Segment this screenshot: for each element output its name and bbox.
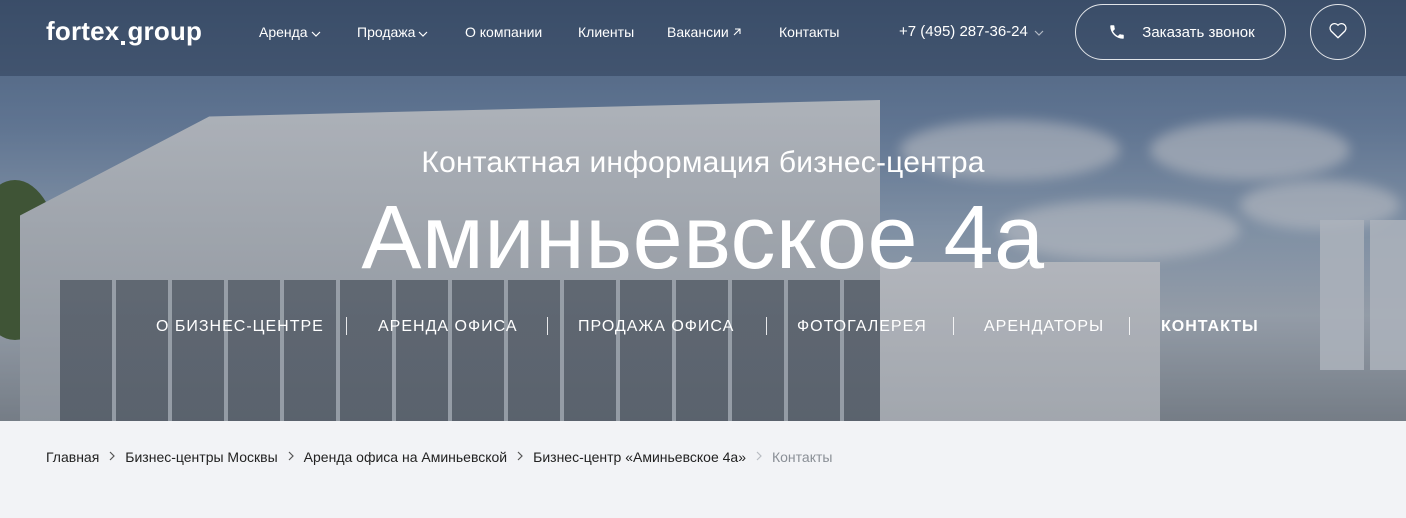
tab-divider [1129,317,1130,335]
tab-tenants[interactable]: АРЕНДАТОРЫ [984,318,1104,336]
tab-contacts[interactable]: КОНТАКТЫ [1161,318,1259,336]
nav-rent-label: Аренда [259,24,308,40]
tab-divider [953,317,954,335]
logo-text-left: fortex [46,16,120,46]
page-title: Аминьевское 4а [361,188,1045,288]
logo[interactable]: fortex group [46,16,202,47]
nav-contacts-label: Контакты [779,24,840,40]
breadcrumb-home[interactable]: Главная [46,449,99,465]
nav-clients-label: Клиенты [578,24,635,40]
nav-vacancies-label: Вакансии [667,24,729,40]
chevron-down-icon [311,24,321,40]
section-tabs: О БИЗНЕС-ЦЕНТРЕ АРЕНДА ОФИСА ПРОДАЖА ОФИ… [0,312,1406,342]
nav-about[interactable]: О компании [465,24,542,40]
phone-number-text: +7 (495) 287-36-24 [899,23,1028,40]
breadcrumb: Главная Бизнес-центры Москвы Аренда офис… [46,449,832,465]
breadcrumb-bar: Главная Бизнес-центры Москвы Аренда офис… [0,421,1406,518]
breadcrumb-office-rent[interactable]: Аренда офиса на Аминьевской [304,449,507,465]
tab-gallery[interactable]: ФОТОГАЛЕРЕЯ [797,318,927,336]
tab-divider [766,317,767,335]
breadcrumb-current: Контакты [771,449,833,465]
nav-vacancies[interactable]: Вакансии [667,24,742,40]
nav-contacts[interactable]: Контакты [779,24,839,40]
callback-label: Заказать звонок [1142,23,1255,41]
chevron-down-icon [1034,23,1044,40]
tab-sale[interactable]: ПРОДАЖА ОФИСА [578,318,734,336]
favorites-button[interactable] [1310,4,1366,60]
chevron-down-icon [418,24,428,40]
logo-dot [121,41,126,45]
callback-button[interactable]: Заказать звонок [1075,4,1286,60]
chevron-right-icon [288,450,294,464]
breadcrumb-business-center[interactable]: Бизнес-центр «Аминьевское 4а» [533,449,746,465]
logo-text-right: group [127,16,203,46]
heart-icon [1328,21,1348,44]
chevron-right-icon [517,450,523,464]
top-header: fortex group Аренда Продажа О компании Кл… [0,0,1406,76]
arrow-up-right-icon [732,24,742,40]
breadcrumb-business-centers[interactable]: Бизнес-центры Москвы [125,449,277,465]
hero-subtitle: Контактная информация бизнес-центра [421,146,985,179]
nav-sale-label: Продажа [357,24,416,40]
nav-sale[interactable]: Продажа [357,24,428,40]
tab-about[interactable]: О БИЗНЕС-ЦЕНТРЕ [156,318,324,336]
phone-icon [1106,21,1128,43]
chevron-right-icon [109,450,116,464]
tab-rent[interactable]: АРЕНДА ОФИСА [378,318,518,336]
nav-clients[interactable]: Клиенты [578,24,634,40]
tab-divider [346,317,347,335]
nav-rent[interactable]: Аренда [259,24,321,40]
tab-divider [547,317,548,335]
nav-about-label: О компании [465,24,543,40]
chevron-right-icon [756,450,762,464]
phone-number[interactable]: +7 (495) 287-36-24 [899,23,1044,40]
